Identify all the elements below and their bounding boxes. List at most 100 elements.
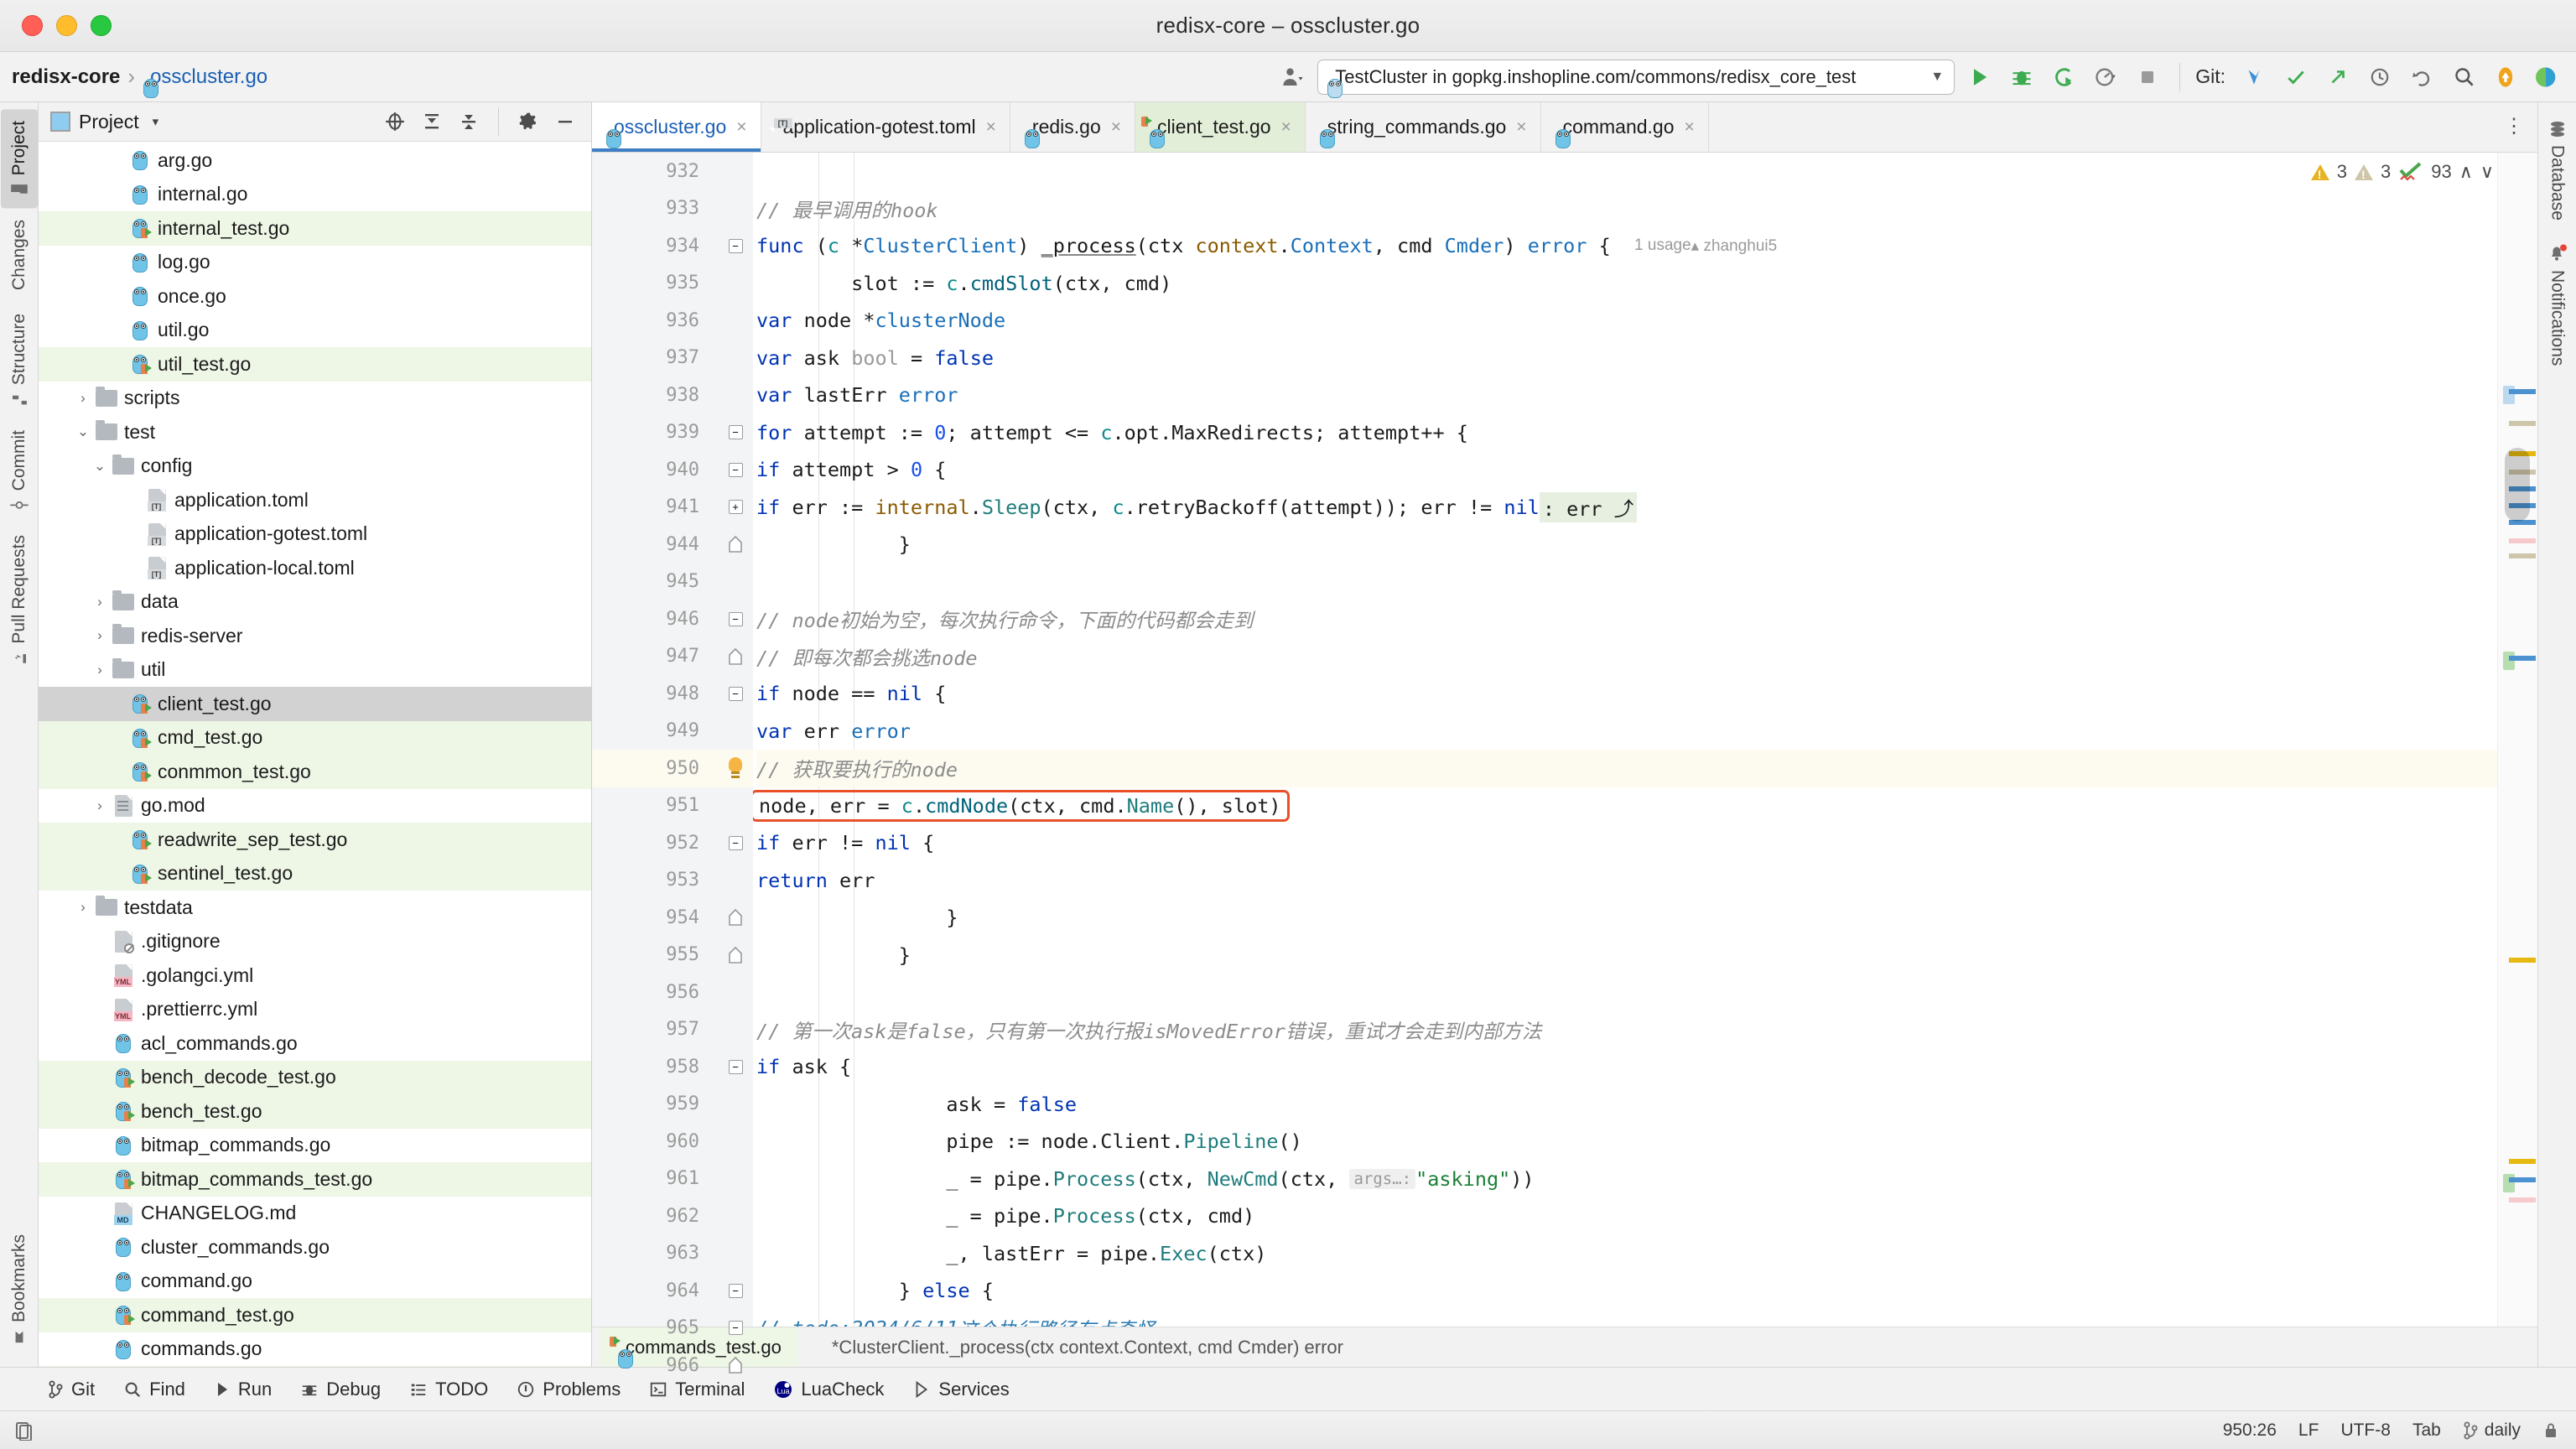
fold-gutter-cell[interactable] (718, 787, 753, 825)
line-number[interactable]: 938 (592, 377, 718, 414)
tool-window-button-find[interactable]: Find (123, 1379, 185, 1400)
tab-application-gotest-toml[interactable]: [T]application-gotest.toml× (761, 102, 1010, 152)
code-line[interactable]: } (756, 937, 2537, 974)
git-history-icon[interactable] (2363, 60, 2397, 94)
list-item[interactable]: sentinel_test.go (39, 857, 591, 891)
fold-gutter-cell[interactable] (718, 638, 753, 676)
fold-region-end-icon[interactable] (728, 946, 743, 964)
fold-collapse-icon[interactable]: − (729, 239, 743, 253)
list-item[interactable]: .gitignore (39, 925, 591, 959)
fold-gutter-cell[interactable]: − (718, 675, 753, 713)
code-line[interactable]: // 最早调用的hook (756, 190, 2537, 228)
fold-gutter-cell[interactable] (718, 1235, 753, 1273)
code-line[interactable]: } (756, 899, 2537, 937)
line-number[interactable]: 959 (592, 1086, 718, 1124)
tab-osscluster-go[interactable]: osscluster.go× (592, 102, 761, 152)
profiler-button[interactable] (2089, 60, 2122, 94)
code-line[interactable] (756, 153, 2537, 190)
inspection-widget[interactable]: 3 3 93 ∧ ∨ (2311, 161, 2494, 183)
fold-gutter-cell[interactable] (718, 1011, 753, 1049)
line-number[interactable]: 936 (592, 302, 718, 340)
list-item[interactable]: ›go.mod (39, 789, 591, 823)
list-item[interactable]: MDCHANGELOG.md (39, 1197, 591, 1231)
tool-window-bar[interactable]: GitFindRunDebugTODOProblemsTerminalLuaLu… (0, 1367, 2576, 1410)
fold-collapse-icon[interactable]: − (729, 836, 743, 850)
close-icon[interactable]: × (1111, 117, 1121, 138)
code-line[interactable]: } (756, 526, 2537, 564)
line-number[interactable]: 937 (592, 340, 718, 377)
code-line[interactable]: // todo:2024/6/11 这个执行路径有点奇怪 (756, 1310, 2537, 1327)
more-tabs-kebab-icon[interactable]: ⋮ (2504, 120, 2524, 134)
caret-position[interactable]: 950:26 (2223, 1420, 2277, 1441)
fold-gutter-cell[interactable] (718, 862, 753, 900)
line-number[interactable]: 947 (592, 638, 718, 676)
fold-gutter-cell[interactable] (718, 1347, 753, 1384)
fold-region-end-icon[interactable] (728, 647, 743, 666)
run-with-coverage-button[interactable] (2047, 60, 2080, 94)
fold-collapse-icon[interactable]: − (729, 1284, 743, 1298)
tree-disclosure-icon[interactable]: › (89, 627, 111, 644)
list-item[interactable]: conmmon_test.go (39, 755, 591, 789)
code-line[interactable]: // 第一次ask是false，只有第一次执行报isMovedError错误，重… (756, 1011, 2537, 1049)
code-line[interactable]: _ = pipe.Process(ctx, cmd) (756, 1197, 2537, 1235)
file-encoding[interactable]: UTF-8 (2340, 1420, 2391, 1441)
line-number[interactable]: 960 (592, 1123, 718, 1161)
list-item[interactable]: util_test.go (39, 347, 591, 382)
list-item[interactable]: log.go (39, 246, 591, 280)
close-icon[interactable]: × (1685, 117, 1695, 138)
git-rollback-icon[interactable] (2405, 60, 2438, 94)
avatar-dropdown-icon[interactable] (1275, 60, 1309, 94)
code-line[interactable]: if err != nil { (756, 824, 2537, 862)
code-line[interactable]: _, lastErr = pipe.Exec(ctx) (756, 1235, 2537, 1273)
sidebar-item-changes[interactable]: Changes (1, 208, 38, 302)
list-item[interactable]: ›testdata (39, 891, 591, 925)
code-line[interactable]: var ask bool = false (756, 340, 2537, 377)
run-button[interactable] (1963, 60, 1997, 94)
list-item[interactable]: arg.go (39, 143, 591, 178)
code-line[interactable]: // node初始为空，每次执行命令，下面的代码都会走到 (756, 600, 2537, 638)
line-number[interactable]: 957 (592, 1011, 718, 1049)
settings-sync-icon[interactable] (2531, 60, 2564, 94)
list-item[interactable]: internal_test.go (39, 211, 591, 246)
line-number[interactable]: 940 (592, 451, 718, 489)
fold-collapse-icon[interactable]: − (729, 687, 743, 701)
fold-gutter-cell[interactable]: − (718, 1272, 753, 1310)
breadcrumb-file[interactable]: osscluster.go (150, 65, 267, 89)
tool-window-button-todo[interactable]: TODO (409, 1379, 488, 1400)
gear-icon[interactable] (514, 107, 543, 136)
tool-window-button-luacheck[interactable]: LuaLuaCheck (773, 1379, 884, 1400)
tab-redis-go[interactable]: redis.go× (1010, 102, 1135, 152)
sidebar-item-pull-requests[interactable]: Pull Requests (1, 523, 38, 677)
tool-window-button-run[interactable]: Run (214, 1379, 272, 1400)
fold-gutter-cell[interactable]: + (718, 489, 753, 527)
list-item[interactable]: bitmap_commands.go (39, 1129, 591, 1163)
next-problem-icon[interactable]: ∨ (2480, 161, 2494, 183)
fold-gutter-cell[interactable] (718, 899, 753, 937)
tree-disclosure-icon[interactable]: › (89, 797, 111, 814)
tree-disclosure-icon[interactable]: › (72, 899, 94, 916)
editor-tab-bar[interactable]: osscluster.go×[T]application-gotest.toml… (592, 102, 2537, 153)
line-number[interactable]: 953 (592, 862, 718, 900)
list-item[interactable]: ›data (39, 585, 591, 620)
list-item[interactable]: ⌄config (39, 449, 591, 484)
fold-gutter-cell[interactable] (718, 526, 753, 564)
git-push-icon[interactable] (2321, 60, 2355, 94)
list-item[interactable]: command.go (39, 1265, 591, 1299)
fold-gutter-cell[interactable]: − (718, 227, 753, 265)
list-item[interactable]: bench_decode_test.go (39, 1061, 591, 1095)
fold-gutter-cell[interactable] (718, 265, 753, 303)
line-number[interactable]: 951 (592, 787, 718, 825)
sidebar-item-database[interactable]: Database (2539, 109, 2576, 232)
line-number[interactable]: 935 (592, 265, 718, 303)
code-line[interactable]: var lastErr error (756, 377, 2537, 414)
fold-gutter-cell[interactable]: − (718, 451, 753, 489)
breadcrumb[interactable]: redisx-core › osscluster.go (12, 64, 267, 90)
list-item[interactable]: commands.go (39, 1332, 591, 1367)
editor-breadcrumb-bar[interactable]: commands_test.go *ClusterClient._process… (592, 1327, 2537, 1367)
fold-gutter-cell[interactable]: − (718, 600, 753, 638)
tool-window-button-services[interactable]: Services (912, 1379, 1009, 1400)
list-item[interactable]: internal.go (39, 178, 591, 212)
line-number[interactable]: 966 (592, 1347, 718, 1384)
close-icon[interactable]: × (986, 117, 996, 138)
tree-disclosure-icon[interactable]: › (89, 662, 111, 678)
